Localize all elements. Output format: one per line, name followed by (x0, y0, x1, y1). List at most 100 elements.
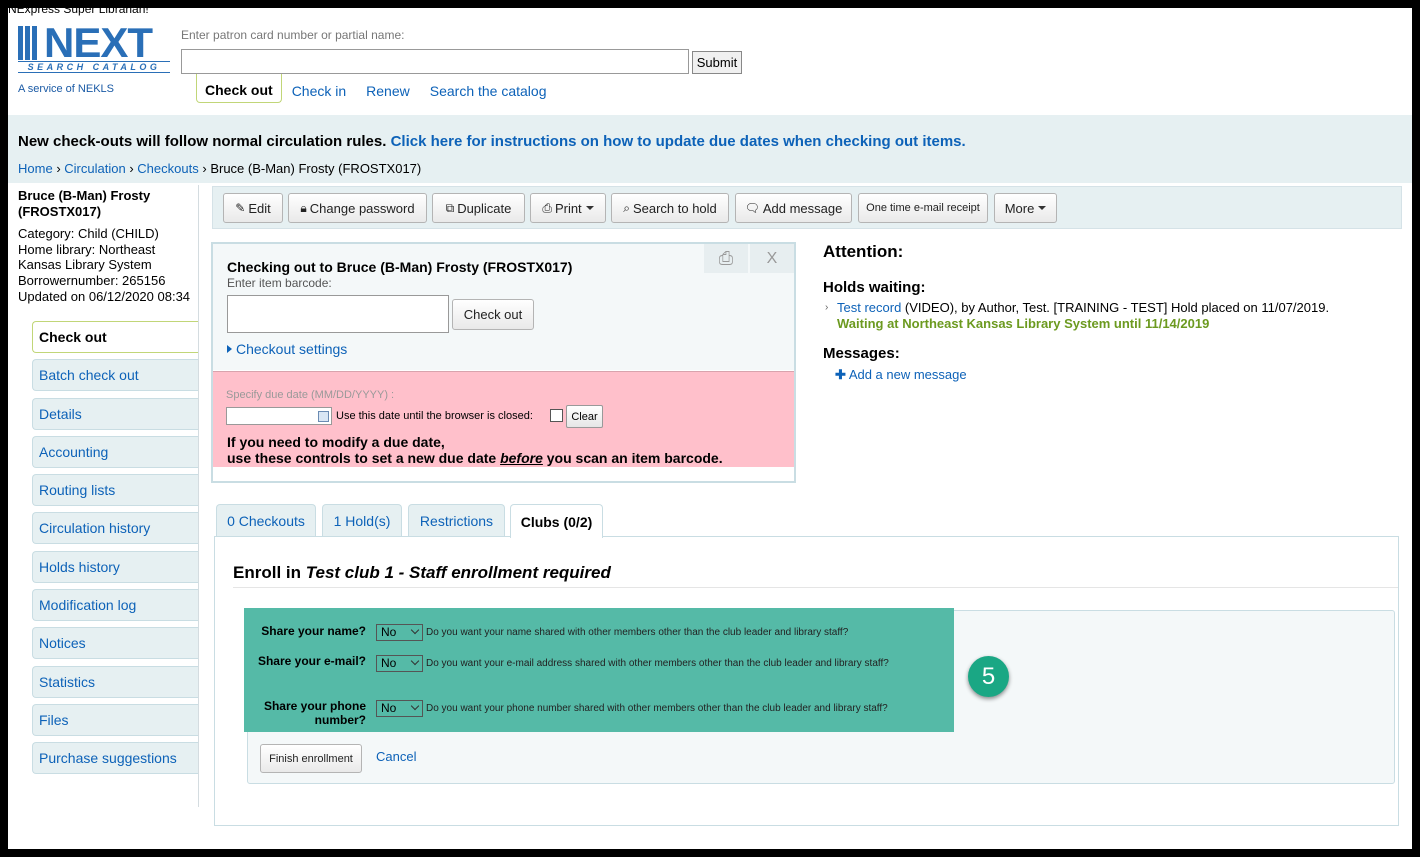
clear-due-date-button[interactable]: Clear (566, 405, 603, 428)
remember-date-checkbox[interactable] (550, 409, 563, 422)
logo-book-icon (18, 26, 42, 60)
tab-check-in[interactable]: Check in (282, 74, 356, 104)
hold-waiting-status: Waiting at Northeast Kansas Library Syst… (837, 316, 1210, 331)
top-header: NExpress Super Librarian! NEXT SEARCH CA… (8, 8, 1412, 115)
search-to-hold-button[interactable]: ⌕ Search to hold (611, 193, 729, 223)
share-email-hint: Do you want your e-mail address shared w… (426, 658, 889, 669)
share-name-label: Share your name? (261, 624, 366, 638)
more-button[interactable]: More (994, 193, 1057, 223)
check-out-button[interactable]: Check out (452, 299, 534, 330)
sidebar-divider (198, 185, 199, 807)
one-time-email-receipt-button[interactable]: One time e-mail receipt (858, 193, 988, 223)
breadcrumb-current: Bruce (B-Man) Frosty (FROSTX017) (210, 161, 422, 176)
patron-search-input[interactable] (181, 49, 689, 74)
tab-renew[interactable]: Renew (356, 74, 420, 104)
edit-button[interactable]: ✎ Edit (223, 193, 283, 223)
enrollment-fields-highlight: Share your name? No Do you want your nam… (244, 608, 954, 732)
tab-checkouts[interactable]: 0 Checkouts (216, 504, 316, 537)
hold-waiting-item: › Test record (VIDEO), by Author, Test. … (825, 300, 1330, 331)
sidebar-item-details[interactable]: Details (32, 397, 198, 430)
tab-restrictions[interactable]: Restrictions (408, 504, 505, 537)
logged-in-user: NExpress Super Librarian! (8, 8, 149, 16)
cancel-enrollment-link[interactable]: Cancel (376, 749, 416, 764)
sidebar-item-purchase-suggestions[interactable]: Purchase suggestions (32, 742, 198, 775)
patron-category: Category: Child (CHILD) (18, 226, 159, 242)
breadcrumb-checkouts[interactable]: Checkouts (137, 161, 198, 176)
patron-toolbar: ✎ Edit 🔒︎ Change password ⧉ Duplicate ⎙ Prin… (212, 186, 1402, 229)
search-icon: ⌕ (623, 200, 630, 215)
patron-info: Bruce (B-Man) Frosty (FROSTX017) Categor… (18, 188, 198, 304)
add-new-message-link[interactable]: ✚ Add a new message (835, 367, 1403, 383)
print-button[interactable]: ⎙ Print (530, 193, 606, 223)
sidebar-item-modification-log[interactable]: Modification log (32, 589, 198, 622)
breadcrumb-home[interactable]: Home (18, 161, 53, 176)
item-barcode-input[interactable] (227, 295, 449, 333)
holds-waiting-heading: Holds waiting: (823, 279, 926, 296)
breadcrumb-circulation[interactable]: Circulation (64, 161, 125, 176)
checkout-title: Checking out to Bruce (B-Man) Frosty (FR… (227, 259, 573, 275)
patron-name: Bruce (B-Man) Frosty (FROSTX017) (18, 188, 151, 219)
hold-title-link[interactable]: Test record (837, 300, 901, 315)
copy-icon: ⧉ (445, 200, 455, 215)
patron-search-submit-button[interactable]: Submit (692, 51, 742, 74)
step-number-badge: 5 (968, 656, 1009, 697)
share-phone-hint: Do you want your phone number shared wit… (426, 703, 888, 714)
tab-clubs[interactable]: Clubs (0/2) (510, 504, 603, 538)
checkout-settings-toggle[interactable]: Checkout settings (227, 341, 347, 357)
due-date-label: Specify due date (MM/DD/YYYY) : (226, 389, 395, 401)
patron-updated: Updated on 06/12/2020 08:34 (18, 288, 191, 304)
remember-date-label: Use this date until the browser is close… (336, 410, 533, 422)
sidebar-item-accounting[interactable]: Accounting (32, 435, 198, 468)
close-icon[interactable]: X (750, 244, 794, 273)
next-search-catalog-logo[interactable]: NEXT SEARCH CATALOG A service of NEKLS (18, 19, 170, 95)
sidebar-item-circulation-history[interactable]: Circulation history (32, 512, 198, 545)
chevron-down-icon (585, 206, 594, 210)
sidebar-item-routing-lists[interactable]: Routing lists (32, 474, 198, 507)
enroll-title: Enroll in Test club 1 - Staff enrollment… (233, 563, 611, 582)
due-date-warning: If you need to modify a due date, use th… (227, 434, 723, 466)
patron-search-label: Enter patron card number or partial name… (181, 28, 405, 42)
sidebar-item-files[interactable]: Files (32, 703, 198, 736)
share-name-select[interactable]: No (376, 624, 423, 641)
sidebar-item-check-out[interactable]: Check out (32, 321, 198, 353)
bullet-icon: › (825, 302, 829, 313)
attention-panel: Attention: Holds waiting: › Test record … (823, 242, 1403, 383)
attention-title: Attention: (823, 242, 904, 261)
sidebar-item-statistics[interactable]: Statistics (32, 665, 198, 698)
caret-right-icon (227, 345, 232, 353)
share-email-select[interactable]: No (376, 655, 423, 672)
calendar-icon[interactable] (318, 411, 329, 422)
due-date-input[interactable] (226, 407, 332, 425)
breadcrumb: Home › Circulation › Checkouts › Bruce (… (18, 161, 422, 176)
duplicate-button[interactable]: ⧉ Duplicate (432, 193, 525, 223)
tab-check-out[interactable]: Check out (196, 74, 282, 103)
share-name-hint: Do you want your name shared with other … (426, 627, 849, 638)
chevron-down-icon (410, 625, 420, 635)
sidebar-item-batch-check-out[interactable]: Batch check out (32, 359, 198, 392)
share-phone-label: Share your phone number? (263, 699, 366, 727)
barcode-label: Enter item barcode: (227, 276, 332, 290)
tab-search-catalog[interactable]: Search the catalog (420, 74, 557, 104)
lock-icon: 🔒︎ (300, 200, 307, 215)
share-phone-select[interactable]: No (376, 700, 423, 717)
logo-word: NEXT (44, 19, 153, 66)
finish-enrollment-button[interactable]: Finish enrollment (260, 744, 362, 773)
sidebar-item-holds-history[interactable]: Holds history (32, 550, 198, 583)
logo-service-text: A service of NEKLS (18, 83, 114, 95)
banner-instructions-link[interactable]: Click here for instructions on how to up… (391, 133, 966, 150)
quick-circ-tabs: Check out Check in Renew Search the cata… (196, 74, 557, 104)
tab-holds[interactable]: 1 Hold(s) (322, 504, 402, 537)
change-password-button[interactable]: 🔒︎ Change password (288, 193, 427, 223)
messages-heading: Messages: (823, 345, 900, 362)
printer-icon: ⎙ (542, 200, 552, 215)
printer-icon[interactable]: ⎙ (704, 244, 748, 273)
chevron-down-icon (410, 656, 420, 666)
logo-subtitle: SEARCH CATALOG (18, 61, 170, 73)
sidebar-item-notices[interactable]: Notices (32, 627, 198, 660)
due-date-section: Specify due date (MM/DD/YYYY) : Use this… (213, 371, 794, 467)
page: NExpress Super Librarian! NEXT SEARCH CA… (8, 8, 1412, 849)
chevron-down-icon (410, 701, 420, 711)
patron-sidebar-nav: Check out Batch check out Details Accoun… (32, 321, 198, 781)
banner-message: New check-outs will follow normal circul… (18, 133, 966, 150)
add-message-button[interactable]: 🗨︎ Add message (735, 193, 852, 223)
